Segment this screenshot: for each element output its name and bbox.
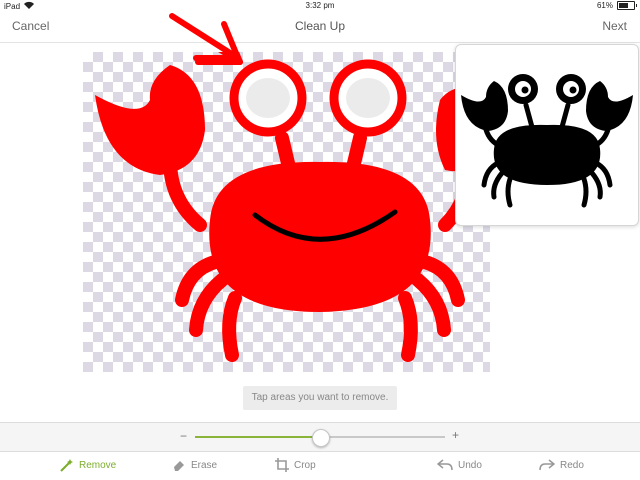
- preview-panel: [455, 44, 639, 226]
- status-bar: iPad 3:32 pm 61%: [0, 0, 640, 12]
- increase-icon[interactable]: +: [452, 428, 459, 442]
- undo-icon: [437, 458, 453, 472]
- bottom-toolbar: Remove Erase Crop Undo Redo: [0, 450, 640, 480]
- editing-canvas[interactable]: [83, 52, 490, 372]
- slider-fill: [195, 436, 320, 438]
- crop-tool-label: Crop: [294, 459, 316, 471]
- battery-icon: [617, 1, 637, 10]
- crab-silhouette-preview: [461, 74, 633, 208]
- slider-track[interactable]: [195, 429, 445, 447]
- status-right: 61%: [596, 1, 637, 10]
- erase-tool-label: Erase: [191, 459, 218, 471]
- status-time: 3:32 pm: [305, 1, 335, 10]
- decrease-icon[interactable]: −: [180, 429, 187, 443]
- slider-thumb[interactable]: [312, 429, 330, 447]
- hint-text: Tap areas you want to remove.: [243, 386, 397, 410]
- undo-button[interactable]: Undo: [437, 458, 482, 472]
- eraser-icon: [172, 458, 186, 472]
- battery-percent: 61%: [596, 1, 613, 10]
- crop-icon: [275, 458, 289, 472]
- page-title: Clean Up: [294, 19, 346, 33]
- brush-size-slider-bar: − +: [0, 422, 640, 452]
- magic-wand-icon: [60, 458, 74, 472]
- remove-tool-button[interactable]: Remove: [60, 458, 116, 472]
- erase-tool-button[interactable]: Erase: [172, 458, 217, 472]
- remove-tool-label: Remove: [79, 459, 117, 471]
- crab-image[interactable]: [83, 52, 490, 372]
- navigation-bar: Cancel Clean Up Next: [0, 12, 640, 43]
- annotation-arrow-icon: [169, 13, 241, 61]
- redo-icon: [539, 458, 555, 472]
- crop-tool-button[interactable]: Crop: [275, 458, 316, 472]
- redo-label: Redo: [560, 459, 584, 471]
- next-button[interactable]: Next: [602, 19, 627, 33]
- undo-label: Undo: [458, 459, 482, 471]
- redo-button[interactable]: Redo: [539, 458, 584, 472]
